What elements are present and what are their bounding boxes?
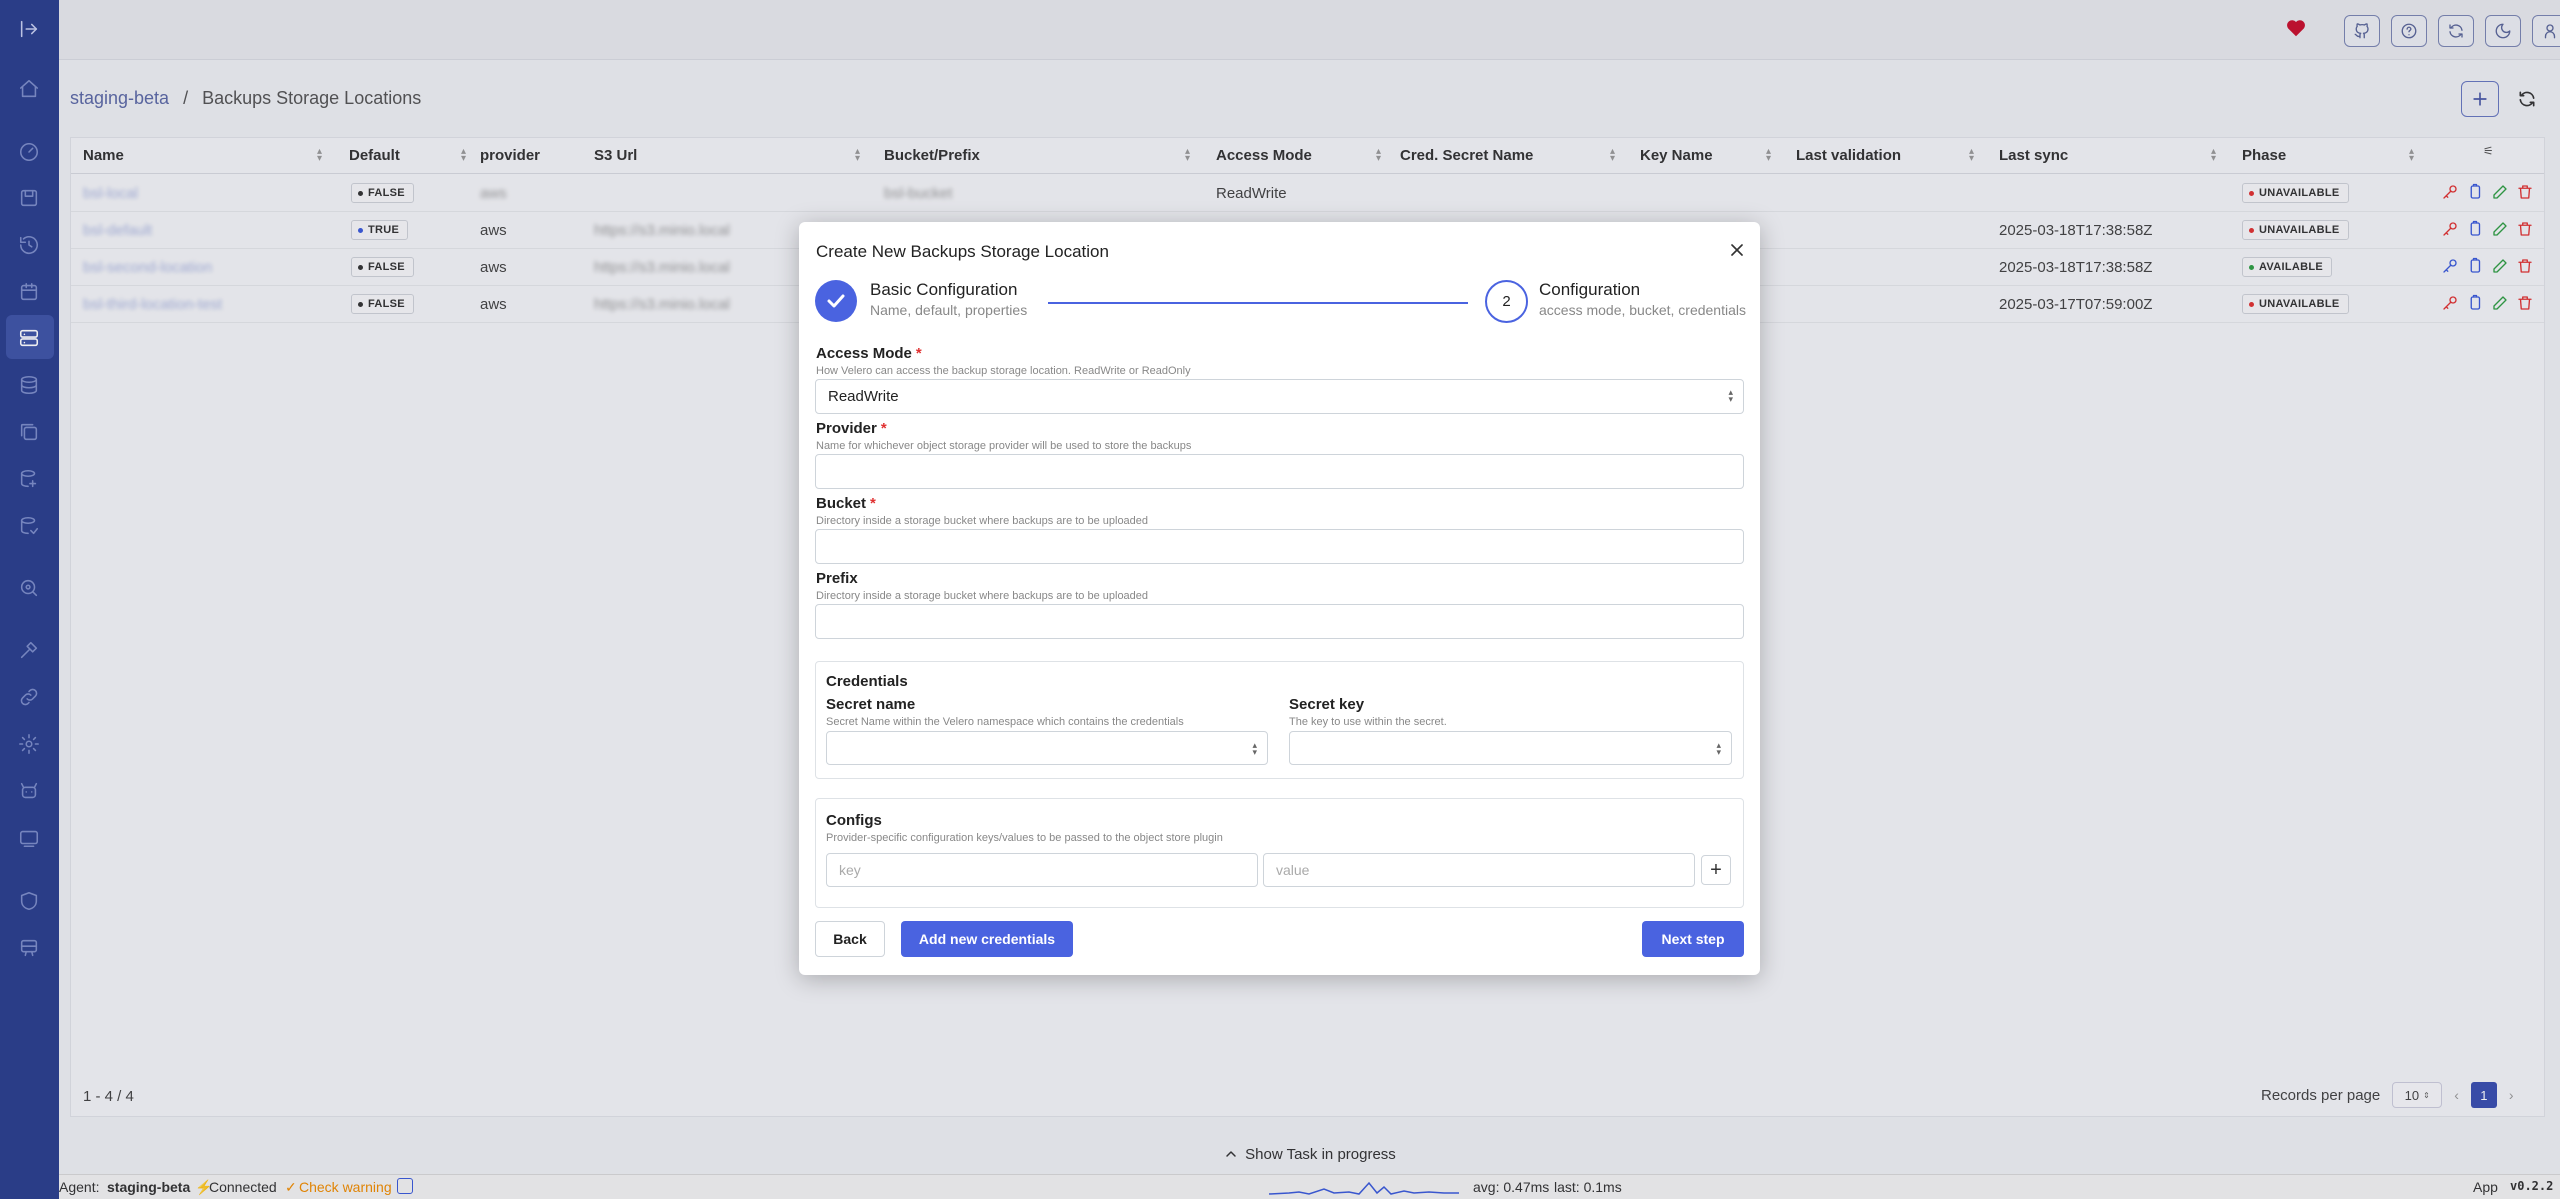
configs-description: Provider-specific configuration keys/val…: [826, 832, 1223, 844]
config-value-input[interactable]: value: [1263, 853, 1695, 887]
add-config-button[interactable]: +: [1701, 855, 1731, 885]
prefix-label: Prefix: [816, 570, 858, 587]
stepper-progress-line: [1048, 302, 1468, 304]
prefix-description: Directory inside a storage bucket where …: [816, 590, 1149, 602]
credentials-panel: Credentials Secret name Secret Name with…: [815, 661, 1744, 779]
credentials-title: Credentials: [826, 673, 908, 690]
access-mode-label: Access Mode *: [816, 345, 922, 362]
step-1-indicator[interactable]: [815, 280, 857, 322]
add-new-credentials-button[interactable]: Add new credentials: [901, 921, 1073, 957]
step-2-indicator[interactable]: 2: [1485, 280, 1528, 323]
configs-panel: Configs Provider-specific configuration …: [815, 798, 1744, 908]
access-mode-description: How Velero can access the backup storage…: [816, 365, 1191, 377]
select-chevron-icon: ▴ ▾: [1728, 387, 1733, 404]
step-1-title: Basic Configuration: [870, 280, 1018, 299]
secret-key-description: The key to use within the secret.: [1289, 716, 1447, 728]
bucket-label: Bucket *: [816, 495, 876, 512]
secret-key-select[interactable]: ▴ ▾: [1289, 731, 1732, 765]
config-key-input[interactable]: key: [826, 853, 1258, 887]
select-chevron-icon: ▴ ▾: [1716, 740, 1721, 757]
modal-title: Create New Backups Storage Location: [816, 242, 1109, 261]
select-chevron-icon: ▴ ▾: [1252, 740, 1257, 757]
provider-label: Provider *: [816, 420, 887, 437]
bucket-description: Directory inside a storage bucket where …: [816, 515, 1149, 527]
configs-title: Configs: [826, 812, 882, 829]
step-1-subtitle: Name, default, properties: [870, 302, 1028, 318]
secret-name-label: Secret name: [826, 696, 916, 713]
secret-name-select[interactable]: ▴ ▾: [826, 731, 1268, 765]
close-button[interactable]: [1727, 240, 1747, 260]
bucket-input[interactable]: [815, 529, 1744, 564]
provider-description: Name for whichever object storage provid…: [816, 440, 1192, 452]
access-mode-select[interactable]: ReadWrite ▴ ▾: [815, 379, 1744, 414]
secret-key-label: Secret key: [1289, 696, 1365, 713]
create-storage-location-modal: Create New Backups Storage Location Basi…: [799, 222, 1760, 975]
step-2-subtitle: access mode, bucket, credentials: [1539, 302, 1746, 318]
step-2-title: Configuration: [1539, 280, 1641, 299]
provider-input[interactable]: [815, 454, 1744, 489]
check-icon: [827, 294, 845, 308]
secret-name-description: Secret Name within the Velero namespace …: [826, 716, 1184, 728]
back-button[interactable]: Back: [815, 921, 885, 957]
next-step-button[interactable]: Next step: [1642, 921, 1744, 957]
prefix-input[interactable]: [815, 604, 1744, 639]
close-icon: [1731, 244, 1743, 256]
